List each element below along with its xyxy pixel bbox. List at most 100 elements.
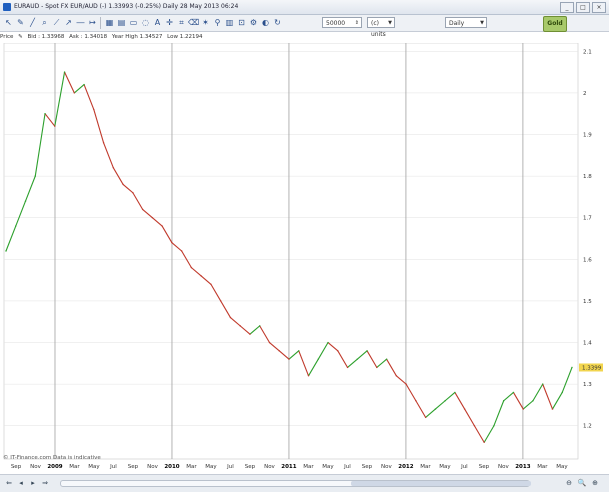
minimize-button[interactable]: _	[560, 2, 574, 13]
x-tick-label: 2013	[515, 464, 530, 470]
x-tick-label: Mar	[69, 464, 80, 470]
zoom-out-icon[interactable]: ⊖	[564, 478, 574, 488]
price-point	[34, 175, 36, 177]
window-title: EURAUD - Spot FX EUR/AUD (-) 1.33993 (-0…	[14, 3, 239, 10]
measure-icon[interactable]: ⌗	[176, 17, 187, 28]
y-tick-label: 1.3	[583, 382, 592, 388]
pencil-icon[interactable]: ✎	[15, 17, 26, 28]
app-icon	[3, 3, 11, 11]
price-point	[44, 113, 46, 115]
interval-value: Daily	[449, 20, 465, 27]
price-point	[93, 108, 95, 111]
scroll-thumb[interactable]	[351, 481, 531, 486]
quantity-value: 50000	[326, 20, 346, 27]
x-tick-label: Nov	[498, 464, 509, 470]
arrow-line-icon[interactable]: ↗	[63, 17, 74, 28]
lock-icon[interactable]: ⊡	[236, 17, 247, 28]
x-tick-label: May	[556, 464, 568, 470]
price-point	[522, 408, 524, 410]
price-point	[405, 383, 407, 385]
chevron-down-icon: ▼	[480, 20, 484, 26]
line-tool-icon[interactable]: ╱	[27, 17, 38, 28]
cursor-icon[interactable]: ↖	[3, 17, 14, 28]
color-icon[interactable]: ◐	[260, 17, 271, 28]
x-tick-label: 2009	[47, 464, 62, 470]
x-tick-label: May	[439, 464, 451, 470]
toolbar: ↖ ✎ ╱ ⌕ ⟋ ↗ ― ↦ ▦ ▤ ▭ ◌ A ✛ ⌗ ⌫ ✶ ⚲ ▥ ⊡ …	[0, 15, 609, 38]
x-tick-label: 2012	[398, 464, 413, 470]
price-chart[interactable]: 2.1 2 1.9 1.8 1.7 1.6 1.5 1.4 1.3 1.2 Sep Nov 2009 Ma…	[0, 43, 609, 473]
window-controls: _ □ ×	[560, 2, 606, 13]
scroll-last-button[interactable]: ⇒	[40, 478, 50, 488]
price-point	[268, 341, 271, 344]
price-point	[356, 358, 359, 360]
vertical-line-icon[interactable]: ↦	[87, 17, 98, 28]
scroll-forward-button[interactable]: ▸	[28, 478, 38, 488]
price-point	[5, 250, 7, 252]
edit-icon[interactable]: ✎	[18, 34, 23, 40]
close-button[interactable]: ×	[592, 2, 606, 13]
interval-select[interactable]: Daily ▼	[445, 17, 487, 28]
y-tick-label: 2	[583, 91, 587, 97]
x-tick-label: May	[322, 464, 334, 470]
crosshair-icon[interactable]: ✛	[164, 17, 175, 28]
price-point	[239, 325, 241, 327]
units-select[interactable]: (c) units ▼	[367, 17, 395, 38]
price-label: Price	[0, 34, 14, 40]
magnifier-icon[interactable]: ⌕	[39, 17, 50, 28]
price-point	[444, 400, 446, 402]
star-icon[interactable]: ✶	[200, 17, 211, 28]
chart-canvas[interactable]: 2.1 2 1.9 1.8 1.7 1.6 1.5 1.4 1.3 1.2 Sep Nov 2009 Ma…	[0, 43, 609, 473]
last-price-label: 1.3399	[582, 365, 602, 371]
broker-logo: Gold	[543, 16, 567, 32]
fibonacci-icon[interactable]: ▦	[104, 17, 115, 28]
price-point	[24, 200, 27, 202]
price-point	[542, 383, 544, 385]
channel-icon[interactable]: ▤	[116, 17, 127, 28]
price-point	[346, 366, 349, 369]
settings-icon[interactable]: ⚙	[248, 17, 259, 28]
trendline-icon[interactable]: ⟋	[51, 17, 62, 28]
refresh-icon[interactable]: ↻	[272, 17, 283, 28]
ask-value: Ask : 1.34018	[69, 34, 108, 40]
price-point	[73, 92, 76, 94]
zoom-in-icon[interactable]: ⊕	[590, 478, 600, 488]
x-tick-label: Jul	[226, 464, 234, 470]
zoom-search-icon[interactable]: 🔍	[577, 478, 587, 488]
pin-icon[interactable]: ⚲	[212, 17, 223, 28]
x-tick-label: Sep	[362, 464, 373, 470]
y-tick-label: 1.4	[583, 341, 592, 347]
quantity-input[interactable]: 50000 ⇕	[322, 17, 362, 28]
price-point	[161, 225, 163, 227]
price-point	[395, 375, 398, 377]
maximize-button[interactable]: □	[576, 2, 590, 13]
ellipse-icon[interactable]: ◌	[140, 17, 151, 28]
price-point	[327, 341, 329, 344]
x-tick-label: Mar	[420, 464, 431, 470]
chart-window: EURAUD - Spot FX EUR/AUD (-) 1.33993 (-0…	[0, 0, 609, 492]
x-tick-label: Mar	[303, 464, 314, 470]
spinner-icon: ⇕	[354, 20, 359, 26]
price-point	[249, 333, 251, 335]
rectangle-icon[interactable]: ▭	[128, 17, 139, 28]
time-scrollbar[interactable]: ⇐ ◂ ▸ ⇒ ⊖ 🔍 ⊕	[0, 474, 609, 492]
price-point	[171, 241, 173, 244]
scroll-first-button[interactable]: ⇐	[4, 478, 14, 488]
x-tick-label: Jul	[460, 464, 468, 470]
price-point	[112, 167, 115, 169]
price-point	[454, 391, 456, 394]
text-icon[interactable]: A	[152, 17, 163, 28]
horizontal-line-icon[interactable]: ―	[75, 17, 86, 28]
scroll-track[interactable]	[60, 480, 531, 487]
price-point	[551, 408, 554, 410]
price-point	[259, 325, 261, 327]
x-tick-label: May	[205, 464, 217, 470]
price-point	[63, 71, 66, 73]
eraser-icon[interactable]: ⌫	[188, 17, 199, 28]
low-value: Low 1.22194	[167, 34, 203, 40]
price-point	[180, 250, 183, 252]
scroll-back-button[interactable]: ◂	[16, 478, 26, 488]
grid-icon[interactable]: ▥	[224, 17, 235, 28]
price-point	[317, 358, 319, 360]
plot-area	[3, 43, 579, 460]
